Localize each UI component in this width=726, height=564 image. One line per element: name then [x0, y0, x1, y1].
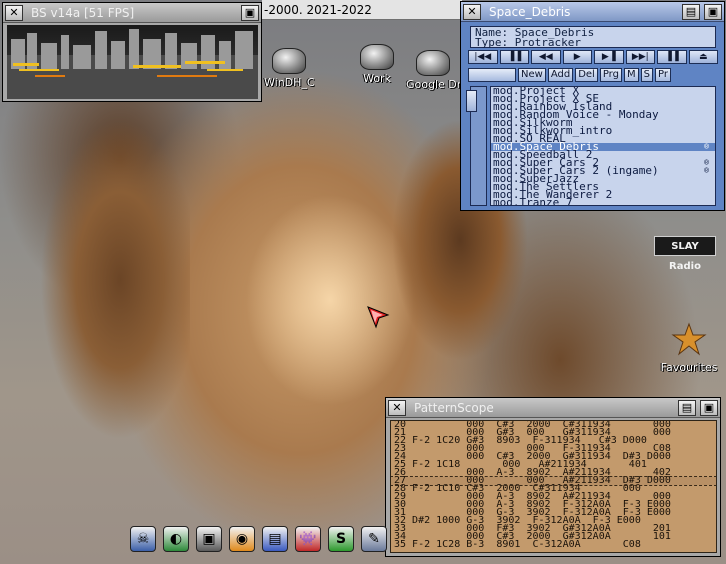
module-info: Name: Space_Debris Type: Protracker [470, 26, 716, 48]
tool-button-pr[interactable]: Pr [654, 68, 671, 82]
globe-icon[interactable]: ◐ [163, 526, 189, 552]
playlist-item-name: mod.Tranze 7 [493, 196, 573, 206]
transport-button[interactable]: ◀◀ [531, 50, 561, 64]
skull-icon[interactable]: ☠ [130, 526, 156, 552]
patternscope-titlebar[interactable]: ✕ PatternScope ▤ ▣ [386, 398, 720, 418]
playlist-item[interactable]: mod.Tranze 7 [491, 196, 715, 206]
playlist-item-mark: ® [704, 166, 709, 175]
desktop-icon-google-drive[interactable]: Google Dr [406, 50, 460, 91]
transport-button[interactable]: ▶▶| [625, 50, 655, 64]
wallpaper-detail [0, 80, 190, 480]
harddisk-icon [416, 50, 450, 76]
transport-controls: |◀◀ ▐▐ ◀◀ ▶ ▶▐ ▶▶| ▐▐ ⏏ [468, 50, 718, 66]
tool-button-prg[interactable]: Prg [599, 68, 622, 82]
desktop-icon-label: WinDH_C [264, 76, 315, 89]
desktop-icon-favourites[interactable]: Favourites [656, 322, 722, 374]
mouse-pointer-icon [367, 306, 390, 329]
pattern-row: 35 F-2 1C28 B-3 8901 C-312A0A C08 [394, 539, 641, 550]
playlist-scroll-thumb[interactable] [466, 90, 477, 112]
star-icon [671, 322, 707, 356]
tool-button-del[interactable]: Del [575, 68, 598, 82]
close-icon[interactable]: ✕ [463, 3, 481, 20]
transport-button[interactable]: ▶▐ [594, 50, 624, 64]
desktop-icon-label: Work [363, 72, 391, 85]
player-window-title: Space_Debris [489, 4, 571, 19]
playlist-toolbar: New Add Del Prg M S Pr [468, 68, 720, 84]
bs-titlebar[interactable]: ✕ BS v14a [51 FPS] ▣ [3, 3, 261, 23]
camera-icon[interactable]: ▣ [196, 526, 222, 552]
playlist-item-mark: ® [704, 142, 709, 151]
zoom-icon[interactable]: ▤ [682, 3, 700, 20]
transport-button[interactable]: ▶ [562, 50, 592, 64]
transport-button[interactable]: ⏏ [688, 50, 718, 64]
player-window[interactable]: ✕ Space_Debris ▤ ▣ Name: Space_Debris Ty… [460, 1, 725, 211]
close-icon[interactable]: ✕ [5, 4, 23, 21]
bs-visualizer [7, 25, 258, 99]
patternscope-window[interactable]: ✕ PatternScope ▤ ▣ 20 000 C#3 2000 C#311… [385, 397, 721, 557]
tool-icon[interactable]: ✎ [361, 526, 387, 552]
depth-icon[interactable]: ▣ [704, 3, 722, 20]
bs-window-title: BS v14a [51 FPS] [31, 5, 135, 20]
harddisk-icon [360, 44, 394, 70]
slay-radio-button[interactable]: SLAY Radio [654, 236, 716, 272]
module-type: Type: Protracker [475, 36, 581, 49]
tool-button-m[interactable]: M [623, 68, 639, 82]
desktop-icon-work[interactable]: Work [360, 44, 394, 85]
tool-button-s[interactable]: S [640, 68, 653, 82]
cd-icon[interactable]: ◉ [229, 526, 255, 552]
bs-window[interactable]: ✕ BS v14a [51 FPS] ▣ [2, 2, 262, 102]
transport-button[interactable]: ▐▐ [657, 50, 687, 64]
depth-icon[interactable]: ▣ [700, 399, 718, 416]
player-body: Name: Space_Debris Type: Protracker |◀◀ ▐… [464, 24, 721, 208]
dock: ☠ ◐ ▣ ◉ ▤ 👾 S ✎ [130, 522, 387, 552]
invader-icon[interactable]: 👾 [295, 526, 321, 552]
visualizer-graphic [7, 29, 258, 99]
transport-button[interactable]: ▐▐ [499, 50, 529, 64]
zoom-icon[interactable]: ▤ [678, 399, 696, 416]
transport-button[interactable]: |◀◀ [468, 50, 498, 64]
drive-icon[interactable]: ▤ [262, 526, 288, 552]
patternscope-title: PatternScope [414, 400, 494, 415]
playlist[interactable]: mod.Project Xmod.Project X SE mod.Rainbow… [490, 86, 716, 206]
playlist-mode-toggle[interactable] [468, 68, 516, 82]
workbench-title-bar: -2000. 2021-2022 [262, 0, 462, 20]
harddisk-icon [272, 48, 307, 74]
snake-icon[interactable]: S [328, 526, 354, 552]
tool-button-new[interactable]: New [518, 68, 546, 82]
desktop-icon-label: Google Dr [406, 78, 460, 91]
pattern-view: 20 000 C#3 2000 C#311934 000 21 000 G#3 0… [390, 420, 717, 553]
depth-icon[interactable]: ▣ [241, 4, 259, 21]
player-titlebar[interactable]: ✕ Space_Debris ▤ ▣ [461, 2, 724, 22]
tool-button-add[interactable]: Add [547, 68, 574, 82]
close-icon[interactable]: ✕ [388, 399, 406, 416]
desktop-icon-label: Favourites [660, 361, 718, 374]
desktop-icon-windh[interactable]: WinDH_C [264, 48, 315, 89]
